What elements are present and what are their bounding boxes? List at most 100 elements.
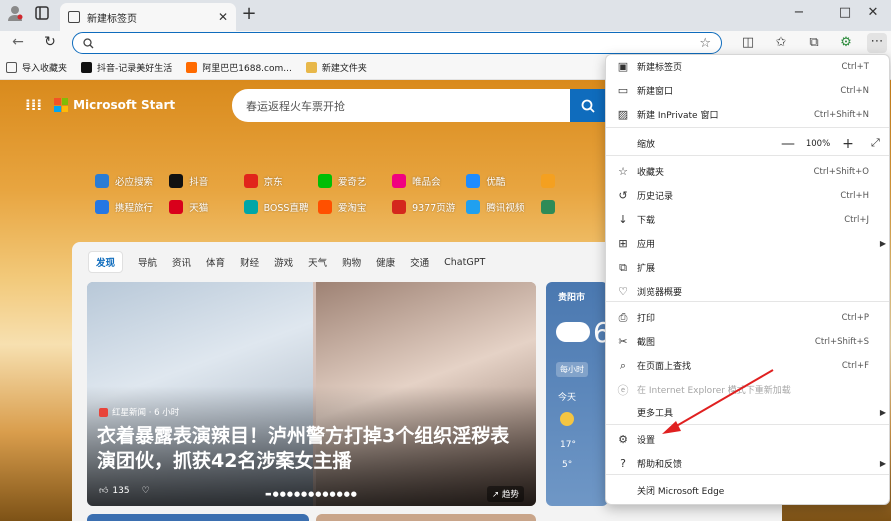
trend-icon: ↗: [492, 490, 502, 500]
menu-item-new-tab[interactable]: ▣ 新建标签页 Ctrl+T: [606, 55, 889, 78]
trend-button[interactable]: ↗ 趋势: [487, 486, 524, 502]
address-input[interactable]: [100, 37, 700, 49]
search-box[interactable]: 春运返程火车票开抢: [232, 89, 570, 122]
thumbs-down-icon[interactable]: ♡: [142, 486, 150, 496]
refresh-icon[interactable]: ↻: [40, 34, 60, 50]
quick-link[interactable]: 腾讯视频: [466, 200, 540, 214]
feed-tab[interactable]: 天气: [308, 255, 327, 269]
quick-link[interactable]: BOSS直聘: [243, 200, 318, 214]
favorite-star-icon[interactable]: ☆: [699, 36, 711, 51]
menu-item-screenshot[interactable]: ✂ 截图 Ctrl+Shift+S: [606, 330, 889, 353]
feed-tabs: 发现 导航 资讯 体育 财经 游戏 天气 购物 健康 交通 ChatGPT: [88, 251, 500, 273]
menu-separator: [606, 155, 889, 156]
menu-item-label: 帮助和反馈: [637, 460, 683, 470]
close-tab-icon[interactable]: ✕: [218, 10, 228, 24]
quick-link[interactable]: 9377页游: [392, 200, 466, 214]
collections-icon[interactable]: ⧉: [804, 35, 824, 50]
feed-tab[interactable]: 游戏: [274, 255, 293, 269]
feed-tab[interactable]: 财经: [240, 255, 259, 269]
menu-item-new-inprivate[interactable]: ▨ 新建 InPrivate 窗口 Ctrl+Shift+N: [606, 103, 889, 126]
menu-item-print[interactable]: ⎙ 打印 Ctrl+P: [606, 306, 889, 329]
weather-hourly-tab[interactable]: 每小时: [556, 362, 588, 377]
print-icon: ⎙: [618, 310, 628, 324]
like-button[interactable]: 👍︎ 135 ♡: [99, 486, 150, 496]
menu-item-browser-essentials[interactable]: ♡ 浏览器概要: [606, 280, 889, 303]
menu-item-close-edge[interactable]: 关闭 Microsoft Edge: [606, 479, 889, 502]
quick-link[interactable]: 爱奇艺: [317, 174, 392, 188]
feed-tab[interactable]: 交通: [410, 255, 429, 269]
favorite-item[interactable]: 阿里巴巴1688.com...: [186, 61, 292, 74]
tab-favicon-icon: [68, 11, 80, 23]
quick-link[interactable]: 必应搜索: [95, 174, 169, 188]
close-window-button[interactable]: ✕: [862, 5, 884, 20]
menu-zoom[interactable]: 缩放 —100% + ⤢: [606, 132, 889, 155]
quick-link[interactable]: 京东: [243, 174, 318, 188]
quick-link[interactable]: 爱淘宝: [317, 200, 392, 214]
menu-item-history[interactable]: ↺ 历史记录 Ctrl+H: [606, 184, 889, 207]
menu-item-label: 历史记录: [637, 192, 674, 202]
new-tab-button[interactable]: +: [238, 3, 260, 24]
split-screen-icon[interactable]: ◫: [738, 35, 758, 50]
address-bar[interactable]: ☆: [72, 32, 722, 54]
menu-item-find-on-page[interactable]: ⌕ 在页面上查找 Ctrl+F: [606, 354, 889, 377]
favorite-item[interactable]: 导入收藏夹: [6, 61, 67, 74]
menu-item-new-window[interactable]: ▭ 新建窗口 Ctrl+N: [606, 79, 889, 102]
quick-link-icon: [243, 200, 258, 214]
quick-link-label: 携程旅行: [115, 203, 154, 214]
hero-news-card[interactable]: 红星新闻 · 6 小时 衣着暴露表演辣目！泸州警方打掉3个组织淫秽表演团伙，抓获…: [87, 282, 536, 506]
sun-icon: [560, 412, 574, 426]
menu-item-label: 打印: [637, 314, 656, 324]
menu-item-apps[interactable]: ⊞ 应用 ▶: [606, 232, 889, 255]
favorite-item[interactable]: 抖音-记录美好生活: [81, 61, 172, 74]
feed-tab[interactable]: 体育: [206, 255, 225, 269]
favorite-item[interactable]: 新建文件夹: [305, 61, 367, 74]
more-menu-icon[interactable]: ⋯: [867, 33, 887, 53]
menu-item-favorites[interactable]: ☆ 收藏夹 Ctrl+Shift+O: [606, 160, 889, 183]
quick-link[interactable]: 携程旅行: [95, 200, 169, 214]
quick-link[interactable]: 抖音: [169, 174, 243, 188]
quick-link-label: 腾讯视频: [486, 203, 525, 214]
fullscreen-icon[interactable]: ⤢: [871, 136, 880, 150]
quick-link[interactable]: 天猫: [169, 200, 243, 214]
news-headline[interactable]: 衣着暴露表演辣目！泸州警方打掉3个组织淫秽表演团伙，抓获42名涉案女主播: [97, 424, 527, 474]
menu-item-more-tools[interactable]: 更多工具 ▶: [606, 401, 889, 424]
search-button[interactable]: [570, 89, 606, 122]
quick-link[interactable]: 优酷: [466, 174, 540, 188]
zoom-in-button[interactable]: +: [838, 136, 858, 152]
menu-item-help-feedback[interactable]: ? 帮助和反馈 ▶: [606, 452, 889, 475]
zoom-out-button[interactable]: —: [778, 136, 798, 152]
feed-tab[interactable]: 资讯: [172, 255, 191, 269]
extensions-icon[interactable]: ⚙: [836, 35, 856, 50]
quick-link[interactable]: [540, 200, 615, 214]
screenshot-icon: ✂: [618, 335, 628, 348]
maximize-button[interactable]: □: [834, 5, 856, 20]
apps-icon: ⊞: [618, 237, 628, 250]
menu-item-downloads[interactable]: ↓ 下载 Ctrl+J: [606, 208, 889, 231]
profile-icon[interactable]: [4, 4, 26, 26]
feed-tab[interactable]: ChatGPT: [444, 257, 485, 268]
quick-link-label: 必应搜索: [115, 177, 154, 188]
menu-item-settings[interactable]: ⚙ 设置: [606, 428, 889, 451]
feed-tab[interactable]: 健康: [376, 255, 395, 269]
back-icon[interactable]: ←: [8, 34, 28, 50]
feed-tab[interactable]: 导航: [138, 255, 157, 269]
favorites-icon[interactable]: ✩: [771, 35, 791, 50]
quick-link-label: BOSS直聘: [263, 203, 309, 214]
weather-card[interactable]: 贵阳市 6 每小时 今天 17° 5°: [546, 282, 608, 506]
feed-tab[interactable]: 购物: [342, 255, 361, 269]
menu-shortcut: Ctrl+Shift+O: [813, 166, 869, 177]
minimize-button[interactable]: −: [788, 5, 810, 20]
menu-shortcut: Ctrl+J: [844, 214, 869, 225]
tab-new-tab[interactable]: 新建标签页 ✕: [60, 3, 236, 31]
menu-item-extensions[interactable]: ⧉ 扩展: [606, 256, 889, 279]
folder-icon: [305, 62, 317, 73]
tab-actions-icon[interactable]: [31, 6, 53, 24]
quick-link[interactable]: 唯品会: [392, 174, 466, 188]
app-launcher-icon[interactable]: ⁞⁞⁞: [25, 96, 42, 114]
menu-shortcut: Ctrl+T: [841, 61, 869, 72]
favorites-icon: ☆: [618, 165, 628, 178]
quick-link[interactable]: [540, 174, 615, 188]
zoom-value: 100%: [805, 138, 831, 149]
feed-tab[interactable]: 发现: [88, 251, 124, 273]
carousel-dots[interactable]: ▬●●●●●●●●●●●●: [265, 490, 358, 498]
